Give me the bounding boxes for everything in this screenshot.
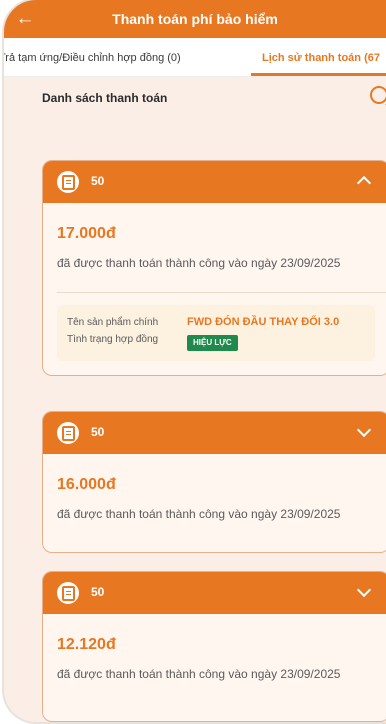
divider (57, 292, 386, 293)
chevron-down-icon[interactable] (357, 583, 371, 597)
product-value: FWD ĐÓN ĐẦU THAY ĐỔI 3.0 (187, 316, 340, 328)
tab-bar: Trả tạm ứng/Điều chỉnh hợp đồng (0) Lịch… (4, 38, 386, 77)
tab-payment-history[interactable]: Lịch sử thanh toán (67 (262, 52, 380, 64)
payment-card-header[interactable]: 50 (43, 572, 386, 614)
status-badge: HIỆU LỰC (187, 335, 238, 351)
chevron-up-icon[interactable] (357, 172, 371, 186)
list-header: Danh sách thanh toán (4, 77, 386, 119)
payment-count: 50 (91, 425, 105, 439)
payment-card[interactable]: 50 16.000đ đã được thanh toán thành công… (42, 411, 386, 553)
product-label: Tên sản phẩm chính (67, 317, 159, 328)
payment-amount: 12.120đ (57, 636, 116, 653)
payment-amount: 16.000đ (57, 476, 116, 493)
status-label: Tình trạng hợp đồng (67, 334, 159, 345)
payment-status-text: đã được thanh toán thành công vào ngày 2… (57, 256, 341, 270)
document-icon (57, 422, 79, 444)
contract-details: Tên sản phẩm chính FWD ĐÓN ĐẦU THAY ĐỔI … (57, 305, 375, 361)
payment-status-text: đã được thanh toán thành công vào ngày 2… (57, 667, 341, 681)
payment-card[interactable]: 50 12.120đ đã được thanh toán thành công… (42, 571, 386, 722)
payment-status-text: đã được thanh toán thành công vào ngày 2… (57, 507, 341, 521)
payment-amount: 17.000đ (57, 225, 116, 242)
tab-advance-adjustment[interactable]: Trả tạm ứng/Điều chỉnh hợp đồng (0) (4, 52, 181, 64)
product-row: Tên sản phẩm chính FWD ĐÓN ĐẦU THAY ĐỔI … (67, 315, 365, 330)
payment-card-header[interactable]: 50 (43, 161, 386, 203)
status-row: Tình trạng hợp đồng HIỆU LỰC (67, 332, 365, 351)
payment-count: 50 (91, 585, 105, 599)
document-icon (57, 582, 79, 604)
app-header: ← Thanh toán phí bảo hiểm (4, 0, 386, 38)
search-icon[interactable] (370, 86, 386, 104)
list-title: Danh sách thanh toán (42, 91, 168, 105)
payment-card-header[interactable]: 50 (43, 412, 386, 454)
page-title: Thanh toán phí bảo hiểm (112, 11, 278, 27)
active-tab-indicator (251, 73, 386, 76)
phone-screen: ← Thanh toán phí bảo hiểm Trả tạm ứng/Đi… (4, 0, 386, 722)
payment-count: 50 (91, 174, 105, 188)
payment-card[interactable]: 50 17.000đ đã được thanh toán thành công… (42, 160, 386, 376)
chevron-down-icon[interactable] (357, 423, 371, 437)
document-icon (57, 171, 79, 193)
